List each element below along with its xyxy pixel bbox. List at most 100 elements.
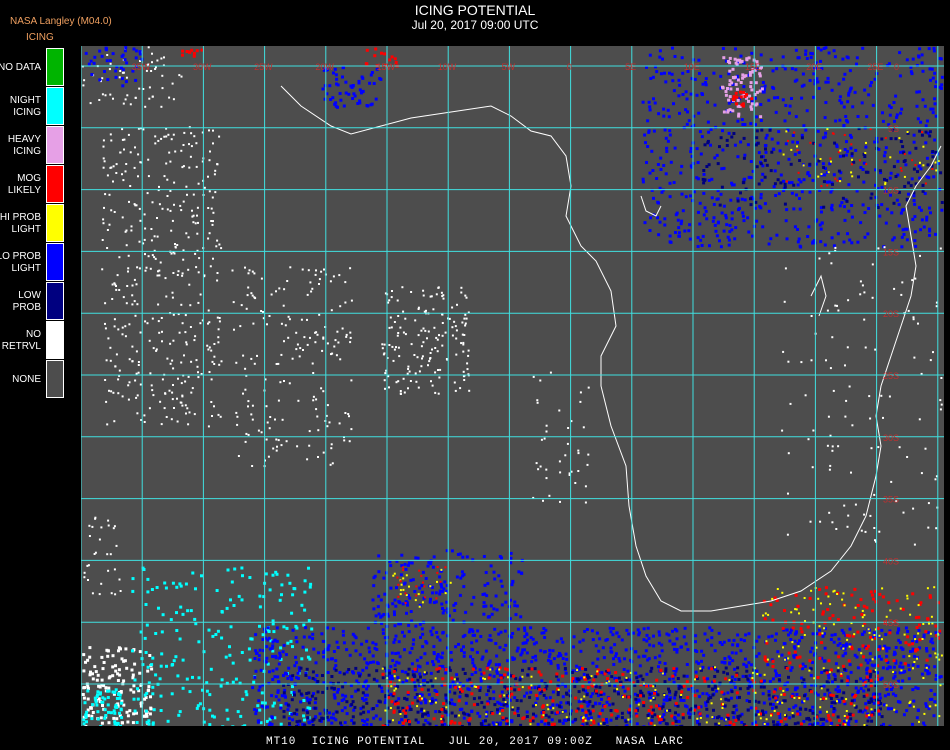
cloud-pixel	[785, 666, 789, 670]
cloud-pixel	[823, 173, 827, 177]
cloud-pixel	[483, 592, 487, 596]
cloud-pixel	[677, 720, 681, 723]
cloud-pixel	[727, 98, 731, 102]
cloud-pixel	[365, 666, 369, 670]
cloud-pixel	[121, 71, 124, 74]
cloud-pixel	[330, 447, 333, 450]
cloud-pixel	[142, 568, 146, 571]
cloud-pixel	[578, 667, 582, 671]
cloud-pixel	[542, 650, 546, 654]
cloud-pixel	[493, 627, 497, 631]
cloud-pixel	[190, 132, 193, 135]
cloud-pixel	[842, 691, 846, 695]
cloud-pixel	[128, 381, 131, 384]
cloud-pixel	[492, 607, 496, 611]
cloud-pixel	[360, 642, 364, 646]
cloud-pixel	[789, 638, 793, 641]
cloud-pixel	[497, 574, 501, 578]
cloud-pixel	[393, 348, 396, 351]
cloud-pixel	[901, 228, 905, 232]
cloud-pixel	[906, 630, 910, 633]
cloud-pixel	[150, 663, 154, 667]
cloud-pixel	[741, 211, 745, 215]
cloud-pixel	[848, 645, 851, 648]
cloud-pixel	[866, 232, 870, 236]
cloud-pixel	[821, 632, 824, 635]
icing-map[interactable]: 35W 30W 25W 20W 15W 10W 5W 0 5E 10E 15E 20E 25E 0 5S 10…	[80, 46, 944, 749]
cloud-pixel	[808, 725, 812, 729]
cloud-pixel	[179, 204, 182, 207]
cloud-pixel	[787, 157, 791, 161]
cloud-pixel	[547, 708, 550, 711]
cloud-pixel	[450, 549, 454, 553]
cloud-pixel	[659, 715, 662, 718]
cloud-pixel	[767, 693, 771, 697]
cloud-pixel	[935, 169, 938, 172]
cloud-pixel	[312, 399, 315, 402]
legend-swatch	[46, 204, 64, 242]
cloud-pixel	[453, 721, 457, 725]
cloud-pixel	[199, 322, 202, 325]
cloud-pixel	[720, 167, 724, 171]
cloud-pixel	[901, 208, 905, 212]
cloud-pixel	[811, 241, 815, 245]
cloud-pixel	[865, 706, 869, 710]
cloud-pixel	[857, 175, 860, 179]
cloud-pixel	[91, 703, 95, 707]
cloud-pixel	[730, 217, 734, 221]
cloud-pixel	[830, 160, 832, 163]
cloud-pixel	[728, 724, 732, 728]
cloud-pixel	[159, 664, 163, 668]
cloud-pixel	[879, 677, 883, 681]
cloud-pixel	[830, 633, 834, 637]
cloud-pixel	[133, 678, 137, 682]
cloud-pixel	[732, 722, 736, 726]
cloud-pixel	[913, 239, 917, 243]
cloud-pixel	[799, 180, 803, 184]
cloud-pixel	[86, 685, 90, 689]
cloud-pixel	[380, 689, 384, 693]
cloud-pixel	[310, 627, 314, 631]
cloud-pixel	[114, 365, 117, 368]
cloud-pixel	[415, 658, 419, 662]
cloud-pixel	[284, 324, 287, 327]
cloud-pixel	[648, 105, 652, 109]
cloud-pixel	[767, 242, 771, 246]
cloud-pixel	[320, 632, 324, 636]
cloud-pixel	[771, 69, 775, 73]
cloud-pixel	[131, 721, 135, 725]
cloud-pixel	[525, 632, 529, 636]
cloud-pixel	[188, 283, 191, 286]
cloud-pixel	[458, 721, 462, 725]
cloud-pixel	[710, 667, 714, 671]
cloud-pixel	[735, 691, 739, 695]
cloud-pixel	[688, 223, 692, 227]
cloud-pixel	[688, 712, 692, 716]
cloud-pixel	[662, 698, 666, 702]
cloud-pixel	[819, 240, 823, 244]
cloud-pixel	[501, 709, 505, 712]
cloud-pixel	[878, 592, 882, 596]
cloud-pixel	[594, 702, 598, 706]
cloud-pixel	[873, 140, 877, 144]
cloud-pixel	[614, 709, 618, 712]
cloud-pixel	[674, 719, 678, 723]
cloud-pixel	[776, 588, 779, 590]
cloud-pixel	[115, 544, 118, 547]
cloud-pixel	[377, 699, 381, 703]
cloud-pixel	[679, 698, 683, 702]
cloud-pixel	[736, 199, 740, 203]
cloud-pixel	[372, 677, 376, 681]
cloud-pixel	[668, 639, 672, 643]
cloud-pixel	[251, 294, 254, 297]
cloud-pixel	[872, 695, 876, 699]
cloud-pixel	[88, 673, 92, 677]
cloud-pixel	[705, 714, 709, 718]
cloud-pixel	[743, 123, 747, 126]
legend-swatch	[46, 87, 64, 125]
cloud-pixel	[694, 670, 698, 674]
cloud-pixel	[905, 238, 909, 242]
cloud-pixel	[495, 608, 499, 612]
cloud-pixel	[920, 218, 924, 222]
cloud-pixel	[673, 716, 676, 719]
